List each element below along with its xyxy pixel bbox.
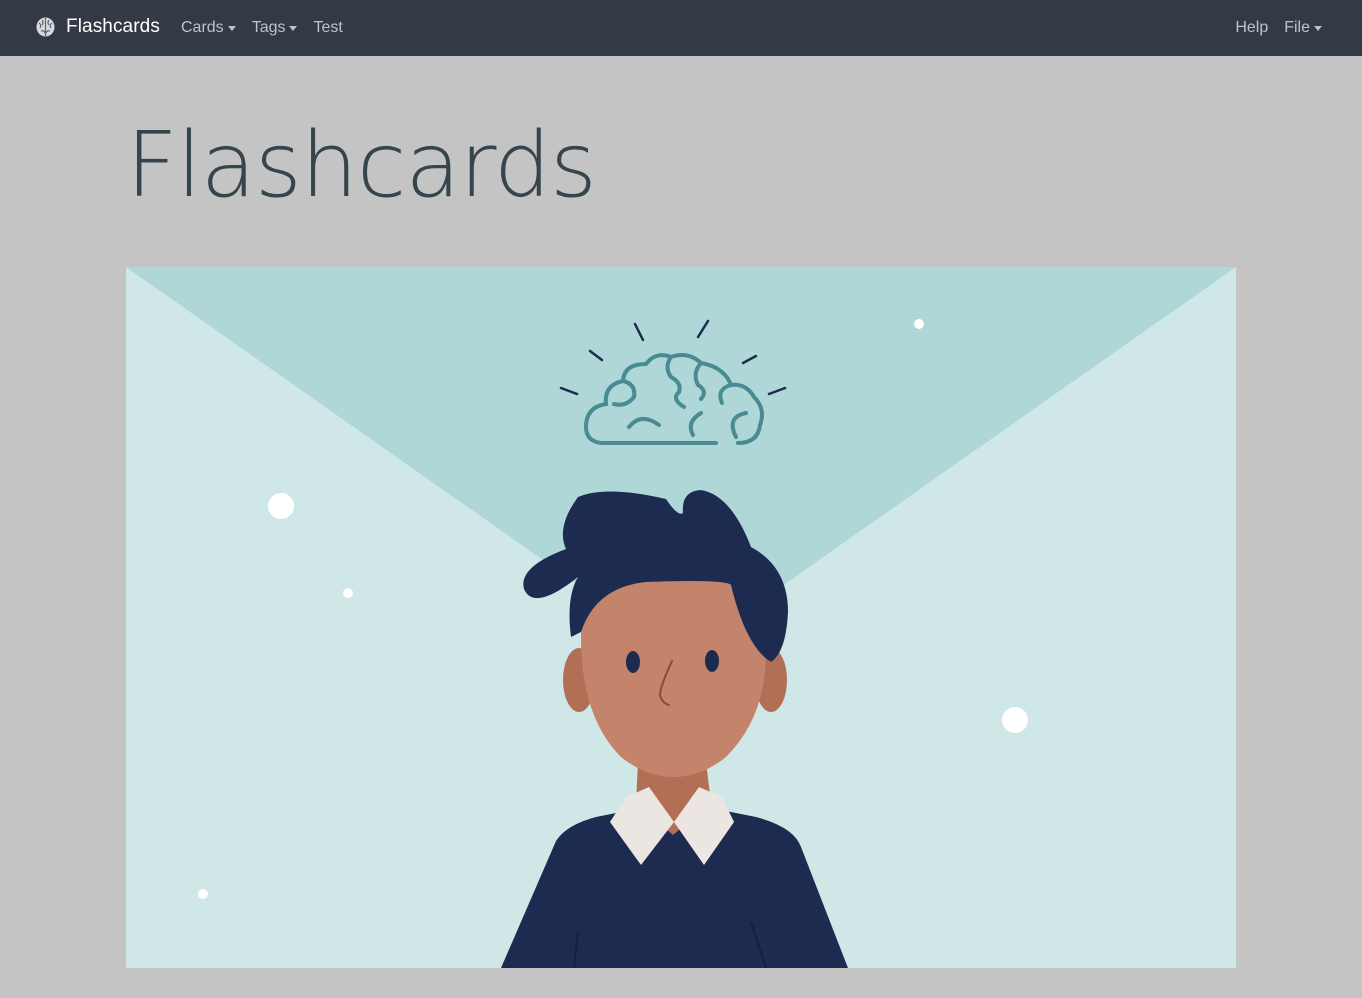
tags-menu-label: Tags [251, 19, 286, 36]
cards-menu[interactable]: Cards [181, 19, 236, 37]
cards-menu-label: Cards [181, 19, 224, 36]
tags-menu[interactable]: Tags [252, 19, 298, 37]
file-menu-label: File [1284, 19, 1310, 36]
brand-label: Flashcards [66, 16, 160, 37]
caret-down-icon [289, 26, 298, 31]
nav-right: Help File [1235, 0, 1322, 56]
caret-down-icon [1314, 26, 1322, 31]
test-link[interactable]: Test [313, 19, 342, 37]
navbar: Flashcards Cards Tags Test Help File [0, 0, 1362, 56]
file-menu[interactable]: File [1284, 19, 1322, 37]
caret-down-icon [227, 26, 236, 31]
help-link-label: Help [1235, 19, 1269, 36]
brand-link[interactable]: Flashcards [35, 15, 160, 39]
nav-left: Cards Tags Test [181, 0, 359, 56]
page-title: Flashcards [126, 113, 597, 218]
brain-icon [35, 15, 56, 39]
hero-illustration [126, 267, 1236, 968]
help-link[interactable]: Help [1235, 19, 1268, 37]
test-link-label: Test [313, 19, 343, 36]
